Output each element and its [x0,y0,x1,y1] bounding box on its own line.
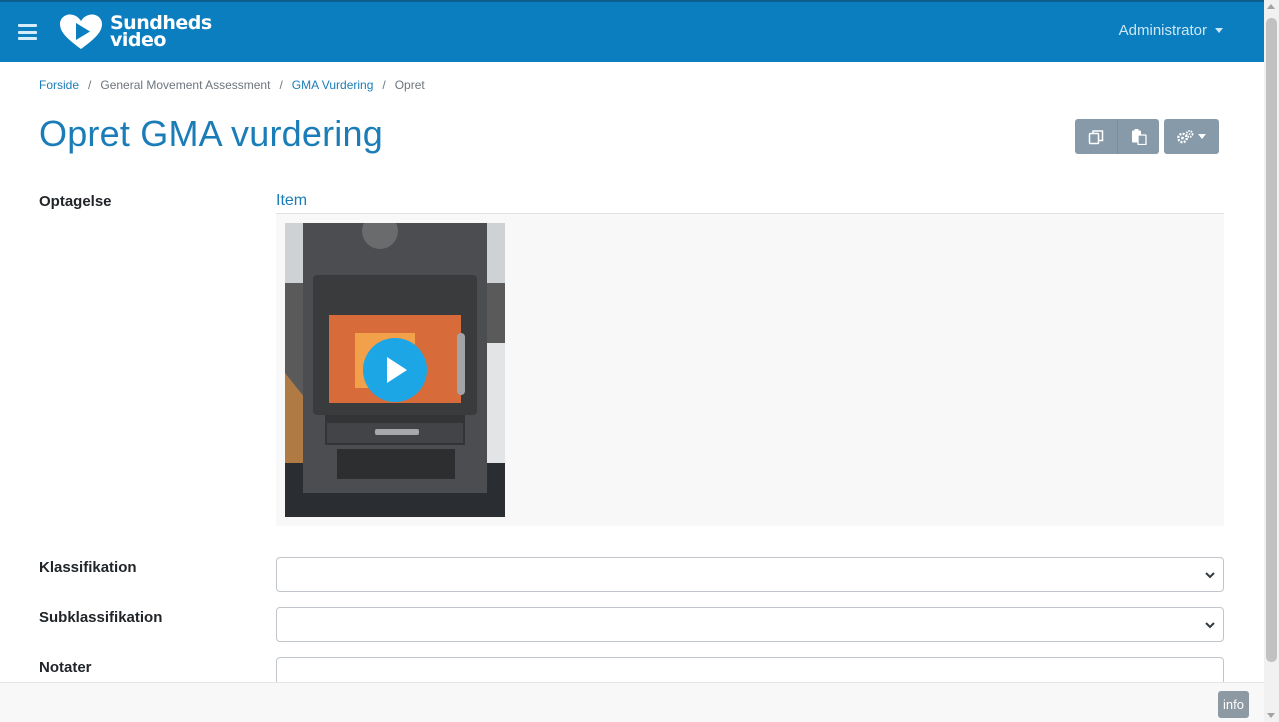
classification-label: Klassifikation [39,559,137,576]
recording-card-header: Item [276,192,1224,214]
breadcrumb: Forside / General Movement Assessment / … [39,78,425,92]
copy-icon [1088,129,1104,144]
hamburger-menu-icon[interactable] [18,24,37,40]
chevron-down-icon [1205,572,1215,579]
settings-dropdown-button[interactable] [1164,119,1219,154]
breadcrumb-separator: / [279,78,283,92]
chevron-down-icon [1205,622,1215,629]
breadcrumb-parent-link[interactable]: GMA Vurdering [292,78,374,92]
breadcrumb-separator: / [88,78,92,92]
gears-icon [1177,129,1194,143]
user-menu[interactable]: Administrator [1119,22,1223,39]
scroll-thumb[interactable] [1266,18,1277,662]
breadcrumb-section: General Movement Assessment [100,78,271,92]
video-thumbnail[interactable] [285,223,505,517]
breadcrumb-home-link[interactable]: Forside [39,78,79,92]
caret-down-icon [1198,134,1206,139]
paste-icon [1131,128,1147,145]
recording-card-body [276,214,1224,526]
logo-text: Sundheds video [110,14,212,51]
scroll-down-arrow-icon[interactable] [1267,713,1275,718]
paste-button[interactable] [1117,119,1159,154]
caret-down-icon [1215,28,1223,33]
breadcrumb-current: Opret [394,78,425,92]
user-menu-label: Administrator [1118,22,1207,39]
copy-button[interactable] [1075,119,1117,154]
scroll-up-arrow-icon[interactable] [1267,4,1275,9]
footer-bar: info [0,682,1264,722]
breadcrumb-separator: / [382,78,386,92]
recording-label: Optagelse [39,193,112,210]
recording-card-title[interactable]: Item [276,192,307,209]
heart-play-logo-icon [60,14,102,49]
scrollbar[interactable] [1264,0,1279,722]
logo[interactable]: Sundheds video [59,13,212,51]
classification-select[interactable] [276,557,1224,592]
page-title: Opret GMA vurdering [39,113,383,154]
top-navbar: Sundheds video Administrator [0,0,1264,62]
play-button-icon[interactable] [363,338,427,402]
notes-label: Notater [39,659,92,676]
subclassification-label: Subklassifikation [39,609,163,626]
info-button[interactable]: info [1218,691,1249,718]
logo-line-2: video [110,29,166,51]
page-toolbar [1075,119,1219,154]
subclassification-select[interactable] [276,607,1224,642]
